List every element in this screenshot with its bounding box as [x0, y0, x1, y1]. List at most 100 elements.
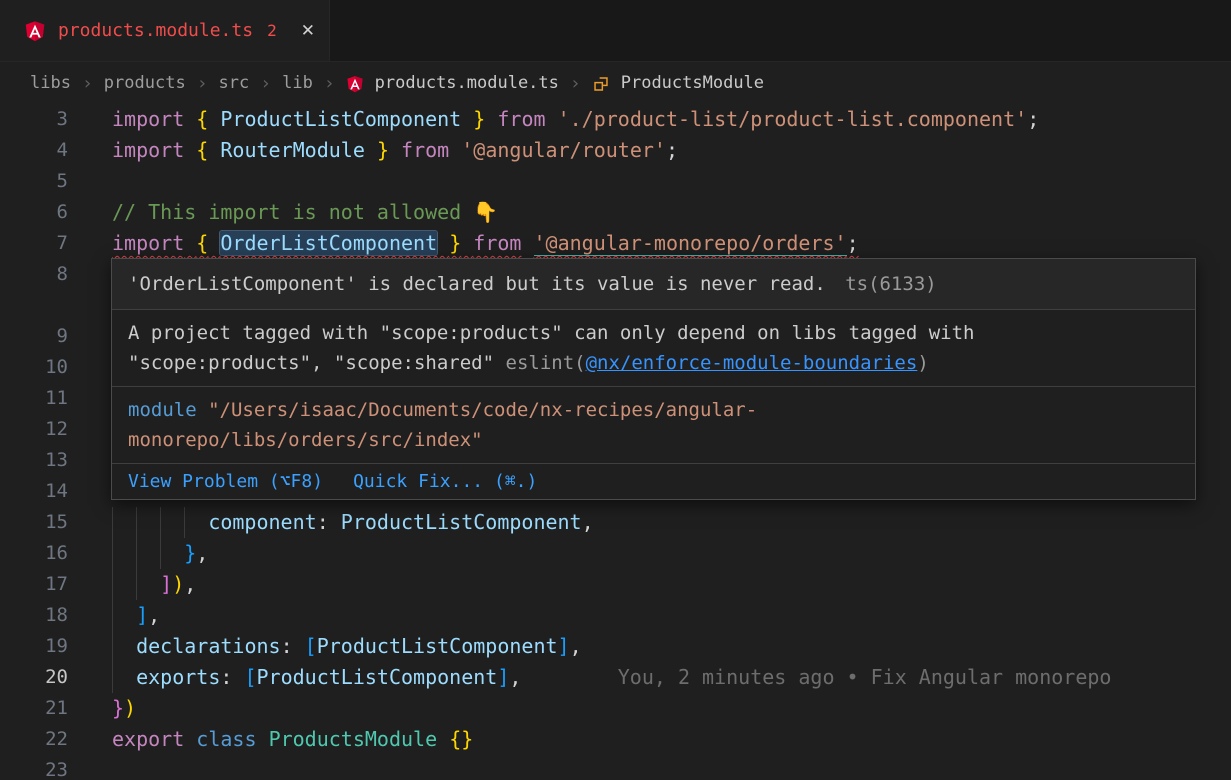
diagnostic-ts: 'OrderListComponent' is declared but its… — [112, 259, 1195, 309]
code-token — [112, 569, 136, 600]
breadcrumb-item-libs[interactable]: libs — [30, 73, 71, 93]
breadcrumb-item-products[interactable]: products — [104, 73, 186, 93]
code-token — [461, 231, 473, 255]
breadcrumb-item-src[interactable]: src — [219, 73, 250, 93]
breadcrumb-separator: › — [260, 73, 271, 94]
code-token — [184, 727, 196, 751]
code-token: ProductListComponent — [317, 634, 558, 658]
view-problem-link[interactable]: View Problem (⌥F8) — [128, 471, 323, 492]
code-token: , — [582, 510, 594, 534]
code-line[interactable]: 5 — [0, 166, 1231, 197]
line-number[interactable]: 20 — [0, 662, 68, 693]
code-token: : — [220, 665, 244, 689]
code-token — [521, 231, 533, 255]
breadcrumb-item-lib[interactable]: lib — [282, 73, 313, 93]
line-number[interactable]: 7 — [0, 228, 68, 259]
eslint-source-close: ) — [917, 352, 928, 374]
line-number[interactable]: 19 — [0, 631, 68, 662]
code-line[interactable]: 17 ]), — [0, 569, 1231, 600]
code-token: [ — [305, 634, 317, 658]
breadcrumb: libs › products › src › lib › products.m… — [0, 62, 1231, 104]
line-number[interactable]: 6 — [0, 197, 68, 228]
tab-products-module[interactable]: products.module.ts 2 ✕ — [0, 0, 330, 61]
code-line[interactable]: 19 declarations: [ProductListComponent], — [0, 631, 1231, 662]
diagnostic-eslint: A project tagged with "scope:products" c… — [112, 309, 1195, 386]
code-line[interactable]: 23 — [0, 755, 1231, 780]
breadcrumb-item-file[interactable]: products.module.ts — [375, 73, 559, 93]
line-number[interactable]: 21 — [0, 693, 68, 724]
line-number[interactable]: 14 — [0, 476, 68, 507]
module-path-line2: monorepo/libs/orders/src/index" — [128, 429, 483, 451]
code-token: exports — [136, 665, 220, 689]
breadcrumb-separator: › — [324, 73, 335, 94]
close-icon[interactable]: ✕ — [301, 21, 315, 41]
diagnostic-eslint-line1: A project tagged with "scope:products" c… — [128, 322, 974, 344]
line-number[interactable]: 3 — [0, 104, 68, 135]
code-line[interactable]: 20 exports: [ProductListComponent], You,… — [0, 662, 1231, 693]
module-keyword: module — [128, 399, 197, 421]
code-line[interactable]: 18 ], — [0, 600, 1231, 631]
code-token — [160, 507, 184, 538]
line-number[interactable]: 5 — [0, 166, 68, 197]
line-number[interactable]: 15 — [0, 507, 68, 538]
code-line[interactable]: 21}) — [0, 693, 1231, 724]
line-number[interactable]: 13 — [0, 445, 68, 476]
code-token: ; — [1027, 107, 1039, 131]
code-token — [208, 107, 220, 131]
breadcrumb-item-symbol[interactable]: ProductsModule — [621, 73, 764, 93]
pointing-down-emoji: 👇 — [473, 200, 498, 224]
line-number[interactable]: 22 — [0, 724, 68, 755]
code-token: import — [112, 231, 184, 255]
line-number[interactable]: 4 — [0, 135, 68, 166]
line-number[interactable]: 16 — [0, 538, 68, 569]
code-token — [136, 507, 160, 538]
code-token — [112, 662, 136, 693]
code-token: : — [317, 510, 341, 534]
code-token: ] — [558, 634, 570, 658]
code-token — [184, 107, 196, 131]
code-line[interactable]: 7import { OrderListComponent } from '@an… — [0, 228, 1231, 259]
code-token — [208, 138, 220, 162]
code-token: } — [449, 231, 461, 255]
code-line[interactable]: 6// This import is not allowed 👇 — [0, 197, 1231, 228]
line-number[interactable]: 18 — [0, 600, 68, 631]
eslint-rule-link[interactable]: @nx/enforce-module-boundaries — [586, 352, 918, 374]
code-token — [461, 107, 473, 131]
code-line[interactable]: 16 }, — [0, 538, 1231, 569]
code-token: ; — [847, 231, 859, 255]
line-number[interactable]: 17 — [0, 569, 68, 600]
code-token: '@angular/router' — [461, 138, 666, 162]
code-token: ProductListComponent — [257, 665, 498, 689]
code-line[interactable]: 22export class ProductsModule {} — [0, 724, 1231, 755]
code-token: } — [112, 696, 124, 720]
vscode-window: { "colors": { "error": "#f14c4c", "link"… — [0, 0, 1231, 780]
code-line[interactable]: 15 component: ProductListComponent, — [0, 507, 1231, 538]
line-number[interactable]: 8 — [0, 259, 68, 290]
code-token — [437, 727, 449, 751]
code-token: ] — [160, 572, 172, 596]
line-number[interactable] — [0, 290, 68, 321]
line-number[interactable]: 23 — [0, 755, 68, 780]
code-token: [ — [244, 665, 256, 689]
code-token: ProductsModule — [269, 727, 438, 751]
code-token — [184, 231, 196, 255]
code-text: import { RouterModule } from '@angular/r… — [112, 135, 678, 166]
line-number[interactable]: 12 — [0, 414, 68, 445]
hovered-symbol: OrderListComponent — [220, 231, 437, 255]
code-line[interactable]: 3import { ProductListComponent } from '.… — [0, 104, 1231, 135]
quick-fix-link[interactable]: Quick Fix... (⌘.) — [353, 471, 537, 492]
code-token: from — [401, 138, 449, 162]
code-editor[interactable]: 3import { ProductListComponent } from '.… — [0, 104, 1231, 780]
line-number[interactable]: 10 — [0, 352, 68, 383]
module-path-line1: "/Users/isaac/Documents/code/nx-recipes/… — [197, 399, 758, 421]
code-token: '@angular-monorepo/orders' — [534, 231, 847, 256]
breadcrumb-separator: › — [82, 73, 93, 94]
code-line[interactable]: 4 import { RouterModule } from '@angular/… — [0, 135, 1231, 166]
hover-actions: View Problem (⌥F8) Quick Fix... (⌘.) — [112, 463, 1195, 499]
line-number[interactable]: 9 — [0, 321, 68, 352]
code-token — [208, 231, 220, 255]
class-symbol-icon — [592, 74, 610, 92]
code-token: } — [184, 541, 196, 565]
diagnostic-ts-code: ts(6133) — [845, 273, 937, 295]
line-number[interactable]: 11 — [0, 383, 68, 414]
